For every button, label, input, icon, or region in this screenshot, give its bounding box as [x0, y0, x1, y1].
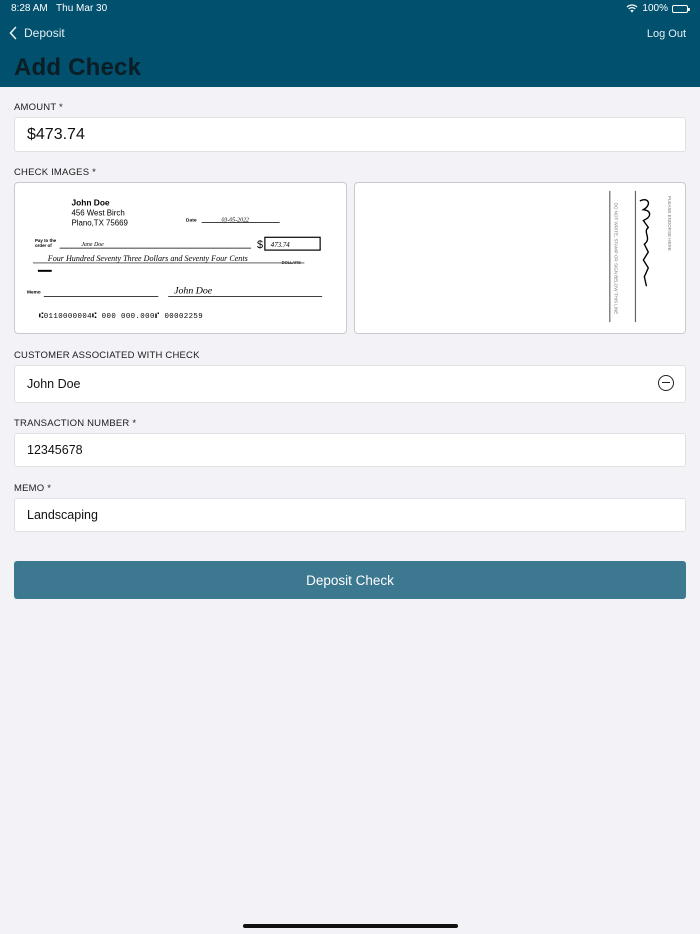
remove-customer-icon[interactable] — [658, 375, 674, 391]
check-back-warning: DO NOT WRITE, STAMP OR SIGN BELOW THIS L… — [614, 203, 619, 315]
app-header: 8:28 AM Thu Mar 30 100% Deposit Log Out … — [0, 0, 700, 87]
check-images-label: CHECK IMAGES * — [14, 167, 96, 178]
wifi-icon — [626, 4, 638, 13]
amount-field[interactable]: $473.74 — [14, 117, 686, 152]
check-pay-to-2: order of — [35, 243, 52, 248]
battery-icon — [672, 4, 690, 13]
back-label: Deposit — [24, 26, 65, 40]
check-memo-label: Memo — [27, 290, 41, 296]
logout-button[interactable]: Log Out — [647, 28, 686, 40]
deposit-check-button[interactable]: Deposit Check — [14, 561, 686, 599]
check-dollars-label: DOLLARS — [282, 260, 302, 265]
home-indicator — [243, 924, 458, 928]
check-micr-line: ⑆0110000004⑆ 000 000.000⑈ 00002259 — [39, 312, 203, 321]
amount-label: AMOUNT * — [14, 102, 63, 113]
status-clock: 8:28 AM — [11, 3, 48, 14]
status-indicators: 100% — [626, 3, 690, 14]
check-date-value: 03-05-2022 — [221, 217, 249, 223]
check-front-image[interactable]: John Doe 456 West Birch Plano,TX 75669 D… — [14, 182, 347, 334]
transaction-value: 12345678 — [27, 443, 83, 457]
check-dollar-sign: $ — [257, 239, 263, 251]
check-back-image[interactable]: DO NOT WRITE, STAMP OR SIGN BELOW THIS L… — [354, 182, 686, 334]
check-signature: John Doe — [174, 286, 213, 297]
customer-value: John Doe — [27, 377, 81, 391]
status-time: 8:28 AM Thu Mar 30 — [11, 3, 107, 14]
amount-value: $473.74 — [27, 125, 85, 143]
customer-field[interactable]: John Doe — [14, 365, 686, 403]
check-owner-name: John Doe — [71, 198, 109, 208]
transaction-field[interactable]: 12345678 — [14, 433, 686, 467]
check-back-drawing: DO NOT WRITE, STAMP OR SIGN BELOW THIS L… — [609, 190, 672, 323]
status-date: Thu Mar 30 — [56, 3, 108, 14]
battery-percent: 100% — [642, 3, 668, 14]
check-address-2: Plano,TX 75669 — [71, 218, 127, 227]
check-front-drawing: John Doe 456 West Birch Plano,TX 75669 D… — [27, 198, 323, 321]
endorsement-signature-icon — [639, 199, 651, 287]
check-date-label: Date — [186, 217, 197, 223]
memo-field[interactable]: Landscaping — [14, 498, 686, 532]
chevron-left-icon — [9, 26, 17, 40]
check-address-1: 456 West Birch — [71, 209, 124, 218]
status-bar: 8:28 AM Thu Mar 30 100% — [0, 0, 700, 18]
back-button[interactable]: Deposit — [8, 26, 65, 40]
check-amount-box: 473.74 — [271, 242, 291, 249]
page-title: Add Check — [14, 54, 142, 81]
customer-label: CUSTOMER ASSOCIATED WITH CHECK — [14, 350, 200, 361]
memo-value: Landscaping — [27, 508, 98, 522]
memo-label: MEMO * — [14, 483, 52, 494]
check-amount-words: Four Hundred Seventy Three Dollars and S… — [47, 254, 248, 263]
check-payee: Jane Doe — [81, 242, 104, 248]
check-back-endorse: PLEASE ENDORSE HERE — [667, 196, 672, 251]
transaction-label: TRANSACTION NUMBER * — [14, 418, 137, 429]
